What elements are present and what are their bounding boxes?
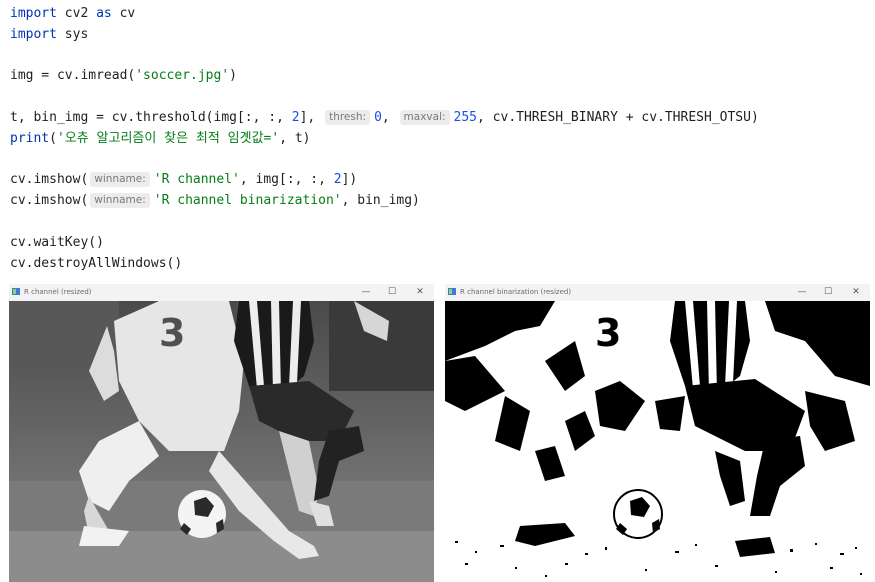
code-line-2: import sys — [10, 25, 759, 46]
maximize-icon[interactable]: ☐ — [386, 286, 398, 298]
code-text: ]) — [341, 172, 358, 188]
number-literal: 0 — [374, 109, 382, 125]
code-text: , img[:, :, — [239, 172, 334, 188]
code-text: ( — [49, 130, 57, 146]
string-literal: 'soccer.jpg' — [135, 68, 230, 84]
param-hint-winname: winname: — [90, 193, 150, 209]
app-icon — [448, 288, 456, 295]
window-titlebar[interactable]: R channel (resized) — ☐ ✕ — [9, 284, 434, 301]
code-text: , t) — [279, 130, 311, 146]
code-line-imshow1: cv.imshow(winname: 'R channel', img[:, :,… — [10, 170, 759, 191]
close-icon[interactable]: ✕ — [850, 286, 862, 298]
code-editor[interactable]: import cv2 as cv import sys img = cv.imr… — [10, 4, 759, 274]
param-hint-thresh: thresh: — [325, 109, 371, 125]
code-text: cv.imshow( — [10, 172, 89, 188]
number-literal: 2 — [291, 109, 300, 125]
svg-text:3: 3 — [595, 311, 621, 355]
builtin-function: print — [10, 130, 50, 146]
window-titlebar[interactable]: R channel binarization (resized) — ☐ ✕ — [445, 284, 870, 301]
minimize-icon[interactable]: — — [796, 286, 808, 298]
minimize-icon[interactable]: — — [360, 286, 372, 298]
code-line-1: import cv2 as cv — [10, 4, 759, 25]
code-line-imshow2: cv.imshow(winname: 'R channel binarizatio… — [10, 191, 759, 212]
code-line-destroy: cv.destroyAllWindows() — [10, 255, 183, 271]
close-icon[interactable]: ✕ — [414, 286, 426, 298]
keyword: import — [10, 6, 57, 21]
code-text: , bin_img) — [341, 193, 420, 209]
code-text: ], — [299, 109, 324, 125]
image-grayscale: 3 — [9, 301, 434, 582]
window-title: R channel binarization (resized) — [460, 288, 572, 296]
module-alias: cv — [119, 6, 136, 21]
app-icon — [12, 288, 20, 295]
grayscale-photo: 3 — [9, 301, 434, 582]
string-literal: 'R channel binarization' — [153, 193, 342, 209]
binary-photo: 3 — [445, 301, 870, 582]
image-binary: 3 — [445, 301, 870, 582]
code-text: ) — [229, 68, 237, 84]
keyword: as — [96, 6, 112, 21]
window-r-channel[interactable]: R channel (resized) — ☐ ✕ 3 — [9, 284, 434, 582]
code-text: , cv.THRESH_BINARY + cv.THRESH_OTSU) — [477, 109, 759, 125]
number-literal: 255 — [453, 109, 478, 125]
code-line-waitkey: cv.waitKey() — [10, 234, 104, 250]
code-text: t, bin_img = cv.threshold(img[:, :, — [10, 109, 292, 125]
code-text: img = cv.imread( — [10, 68, 136, 84]
string-literal: '오츄 알고리즘이 찾은 최적 임곗값=' — [56, 130, 280, 146]
code-text: , — [381, 109, 398, 125]
window-r-channel-binarization[interactable]: R channel binarization (resized) — ☐ ✕ 3 — [445, 284, 870, 582]
window-title: R channel (resized) — [24, 288, 92, 296]
number-literal: 2 — [333, 172, 342, 188]
maximize-icon[interactable]: ☐ — [822, 286, 834, 298]
code-line-imread: img = cv.imread('soccer.jpg') — [10, 66, 759, 87]
module-name: cv2 — [64, 6, 89, 21]
keyword: import — [10, 26, 57, 42]
module-name: sys — [64, 26, 89, 42]
param-hint-maxval: maxval: — [399, 109, 450, 125]
param-hint-winname: winname: — [90, 172, 150, 188]
string-literal: 'R channel' — [153, 172, 240, 188]
code-line-print: print('오츄 알고리즘이 찾은 최적 임곗값=', t) — [10, 129, 759, 150]
code-text: cv.imshow( — [10, 193, 89, 209]
svg-text:3: 3 — [159, 311, 185, 355]
code-line-threshold: t, bin_img = cv.threshold(img[:, :, 2], … — [10, 108, 759, 129]
